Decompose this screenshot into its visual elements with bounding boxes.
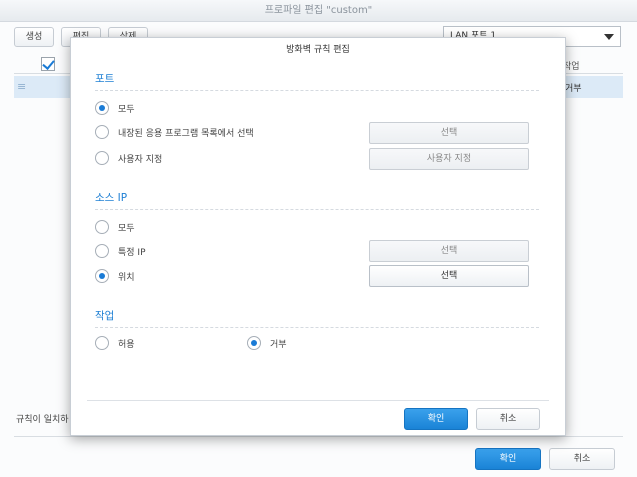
source-all-radio[interactable]: [95, 220, 109, 234]
action-deny-label: 거부: [270, 340, 287, 350]
port-custom-button[interactable]: 사용자 지정: [369, 148, 529, 170]
action-allow-label: 허용: [118, 340, 135, 350]
action-deny-radio[interactable]: [247, 336, 261, 350]
action-allow-radio[interactable]: [95, 336, 109, 350]
port-section-title: 포트: [95, 73, 115, 85]
source-all-label: 모두: [118, 224, 135, 234]
source-specific-ip-select-button[interactable]: 선택: [369, 240, 529, 262]
port-custom-label: 사용자 지정: [118, 155, 163, 165]
source-location-select-button[interactable]: 선택: [369, 265, 529, 287]
window-cancel-button[interactable]: 취소: [549, 448, 615, 470]
window-ok-button[interactable]: 확인: [475, 448, 541, 470]
port-builtin-select-button[interactable]: 선택: [369, 122, 529, 144]
port-section-divider: [95, 90, 539, 91]
drag-handle-icon[interactable]: ≡: [17, 80, 26, 93]
port-custom-radio[interactable]: [95, 151, 109, 165]
source-ip-section-divider: [95, 209, 539, 210]
dialog-footer-divider: [87, 400, 549, 401]
footer-divider: [14, 436, 623, 437]
port-all-radio[interactable]: [95, 101, 109, 115]
no-match-rule-label: 규칙이 일치하: [16, 415, 69, 425]
action-section-title: 작업: [95, 310, 115, 322]
source-location-radio[interactable]: [95, 269, 109, 283]
dialog-cancel-button[interactable]: 취소: [476, 408, 540, 430]
source-location-label: 위치: [118, 273, 135, 283]
chevron-down-icon: [604, 34, 614, 40]
row-action-value: 거부: [565, 84, 582, 94]
port-builtin-radio[interactable]: [95, 125, 109, 139]
window-title: 프로파일 편집 "custom": [0, 0, 637, 22]
dialog-ok-button[interactable]: 확인: [404, 408, 468, 430]
port-builtin-label: 내장된 응용 프로그램 목록에서 선택: [118, 129, 254, 139]
action-section-divider: [95, 327, 539, 328]
source-specific-ip-radio[interactable]: [95, 244, 109, 258]
source-specific-ip-label: 특정 IP: [118, 248, 146, 258]
firewall-rule-dialog: 방화벽 규칙 편집 포트 모두 내장된 응용 프로그램 목록에서 선택 선택 사…: [70, 37, 566, 436]
source-ip-section-title: 소스 IP: [95, 192, 128, 204]
create-button[interactable]: 생성: [14, 27, 54, 47]
enable-all-checkbox[interactable]: [41, 57, 55, 71]
port-all-label: 모두: [118, 105, 135, 115]
dialog-title: 방화벽 규칙 편집: [286, 45, 350, 55]
